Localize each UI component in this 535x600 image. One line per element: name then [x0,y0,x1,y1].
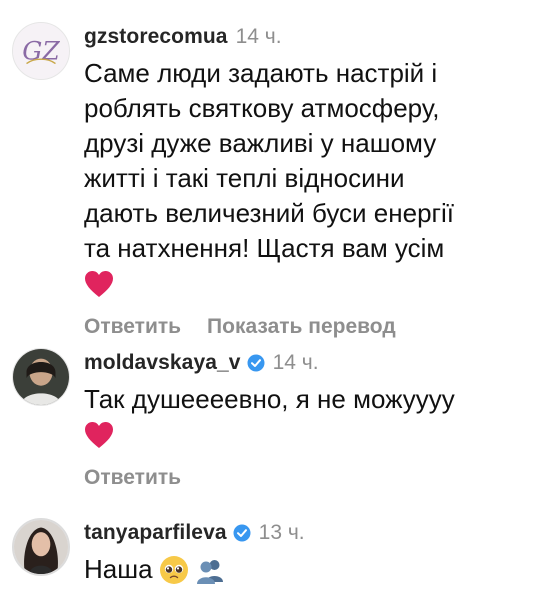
comment-line: дають величезний буси енергії [84,198,455,228]
avatar[interactable]: GZ [12,22,70,80]
reply-button[interactable]: Ответить [84,315,181,339]
verified-badge-icon [247,354,265,372]
verified-badge-icon [233,524,251,542]
comment-line: Наша [84,554,153,584]
gzstore-logo: GZ [13,23,69,79]
profile-photo [14,520,68,574]
heart-icon [84,270,114,298]
avatar[interactable] [12,348,70,406]
logo-text: GZ [22,37,60,66]
comment-line: житті і такі теплі відносини [84,163,405,193]
timestamp: 13 ч. [258,521,305,544]
timestamp: 14 ч. [235,25,282,48]
username[interactable]: moldavskaya_v [84,351,241,375]
username[interactable]: gzstorecomua [84,25,228,49]
username[interactable]: tanyaparfileva [84,521,227,545]
pleading-face-icon [159,555,189,585]
timestamp: 14 ч. [272,351,319,374]
busts-in-silhouette-icon [195,555,225,585]
comment-line: та натхнення! Щастя вам усім [84,233,445,263]
comment-line: роблять святкову атмосферу, [84,93,440,123]
avatar[interactable] [12,518,70,576]
comment-line: друзі дуже важливі у нашому [84,128,437,158]
comment-text: Саме люди задають настрій і роблять свят… [84,56,523,266]
profile-photo [13,349,69,405]
heart-icon [84,421,114,449]
comment-line: Так душеееевно, я не можуууу [84,384,455,414]
comment-line: Саме люди задають настрій і [84,58,438,88]
comment-text: Наша [84,552,523,587]
reply-button[interactable]: Ответить [84,466,181,490]
translate-button[interactable]: Показать перевод [207,315,396,339]
comment-text: Так душеееевно, я не можуууу [84,382,523,417]
